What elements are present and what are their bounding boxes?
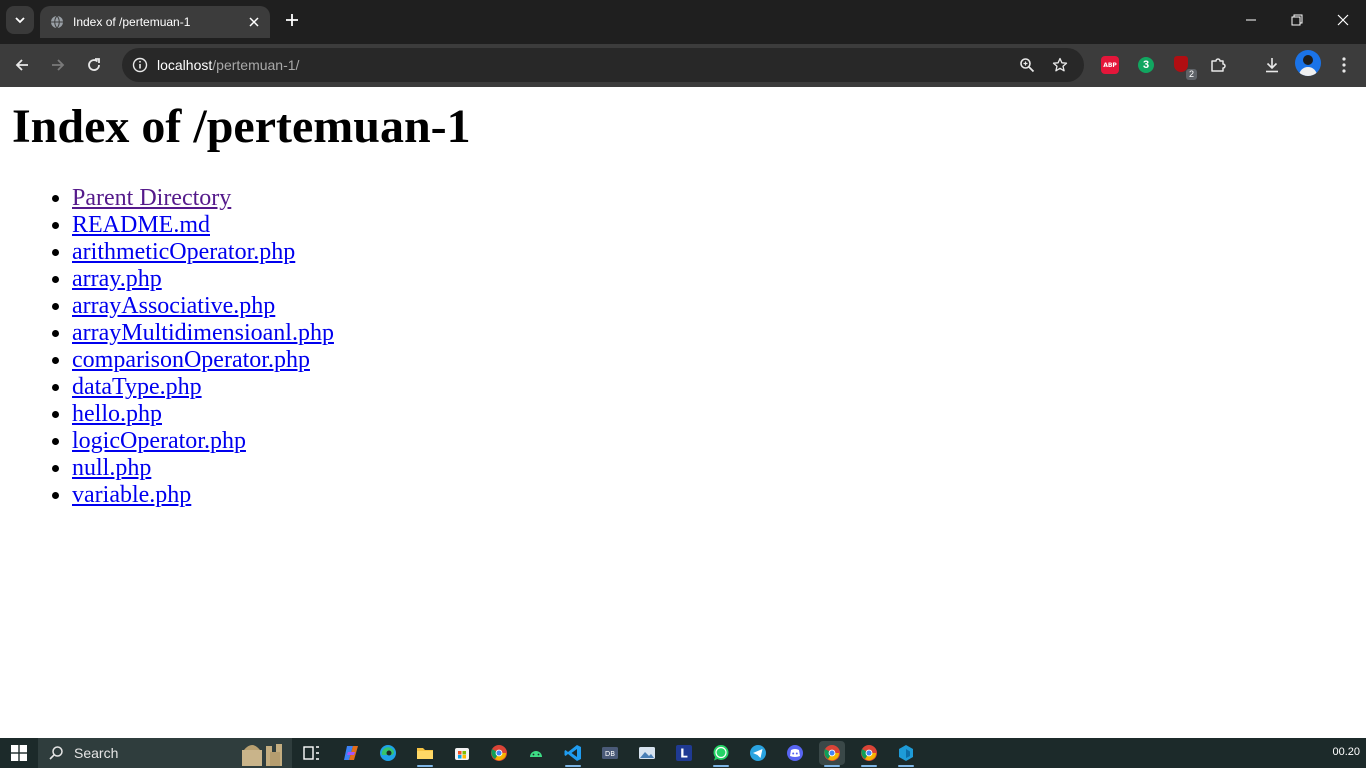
list-item: variable.php [72,482,334,509]
app-icon[interactable]: DB [597,741,623,765]
copilot-icon[interactable] [338,741,364,765]
restore-button[interactable] [1274,0,1320,40]
search-label: Search [74,745,119,761]
restore-icon [1291,14,1303,26]
svg-text:L: L [680,747,688,761]
tab-search-button[interactable] [6,6,34,34]
photos-icon[interactable] [634,741,660,765]
back-button[interactable] [7,50,37,80]
file-link[interactable]: arrayAssociative.php [72,293,275,319]
page-title: Index of /pertemuan-1 [12,100,471,153]
adblock-plus-icon[interactable]: ABP [1098,53,1122,77]
start-button[interactable] [4,738,34,768]
site-info-icon[interactable] [130,55,150,75]
file-link[interactable]: arithmeticOperator.php [72,239,295,265]
task-view-icon[interactable] [299,741,325,765]
forward-button[interactable] [43,50,73,80]
svg-text:DB: DB [605,750,615,758]
url-text: localhost/pertemuan-1/ [157,57,299,73]
reload-button[interactable] [79,50,109,80]
list-item: dataType.php [72,374,334,401]
list-item: Parent Directory [72,185,334,212]
address-bar[interactable]: localhost/pertemuan-1/ [122,48,1084,82]
tab-title: Index of /pertemuan-1 [73,15,191,29]
list-item: arithmeticOperator.php [72,239,334,266]
android-studio-icon[interactable] [523,741,549,765]
url-host: localhost [157,57,213,73]
discord-icon[interactable] [782,741,808,765]
close-icon [1337,14,1349,26]
file-link[interactable]: arrayMultidimensioanl.php [72,320,334,346]
generic-app-icon[interactable] [893,741,919,767]
list-item: array.php [72,266,334,293]
url-path: /pertemuan-1/ [212,57,300,73]
vscode-icon[interactable] [560,741,586,767]
parent-directory-link[interactable]: Parent Directory [72,185,231,211]
search-icon [49,746,63,760]
whatsapp-icon[interactable] [708,741,734,767]
list-item: arrayAssociative.php [72,293,334,320]
list-item: null.php [72,455,334,482]
telegram-icon[interactable] [745,741,771,765]
globe-icon [49,14,65,30]
arrow-left-icon [15,59,28,71]
close-window-button[interactable] [1320,0,1366,40]
close-tab-icon[interactable] [246,14,262,30]
chrome-active-icon[interactable] [819,741,845,767]
chrome-icon[interactable] [486,741,512,765]
taskbar: Search DB L 00.20 [0,738,1366,768]
list-item: arrayMultidimensioanl.php [72,320,334,347]
extensions-puzzle-icon[interactable] [1206,53,1230,77]
chevron-down-icon [15,17,25,24]
tab-strip: Index of /pertemuan-1 [0,0,1366,44]
extension-three-icon[interactable]: 3 [1134,53,1158,77]
chrome-profile-icon[interactable] [856,741,882,767]
list-item: comparisonOperator.php [72,347,334,374]
menu-kebab-icon[interactable] [1332,53,1356,77]
reload-icon [88,58,100,71]
microsoft-store-icon[interactable] [449,741,475,765]
file-link[interactable]: README.md [72,212,210,238]
download-icon[interactable] [1260,53,1284,77]
list-item: logicOperator.php [72,428,334,455]
tab-active[interactable]: Index of /pertemuan-1 [40,6,270,38]
file-link[interactable]: logicOperator.php [72,428,246,454]
list-item: hello.php [72,401,334,428]
clock: 00.20 [1332,746,1360,758]
browser-toolbar: localhost/pertemuan-1/ ABP 3 2 [0,44,1366,87]
windows-icon [11,745,27,761]
page-content: Index of /pertemuan-1 Parent DirectoryRE… [0,87,1366,738]
arrow-right-icon [52,59,65,71]
minimize-button[interactable] [1228,0,1274,40]
adblock-plus-label: ABP [1101,56,1119,74]
file-link[interactable]: hello.php [72,401,162,427]
file-link[interactable]: null.php [72,455,151,481]
ublock-origin-icon[interactable]: 2 [1170,53,1197,80]
search-highlight-image [242,744,282,766]
file-link[interactable]: comparisonOperator.php [72,347,310,373]
file-link[interactable]: variable.php [72,482,191,508]
file-link[interactable]: dataType.php [72,374,202,400]
list-item: README.md [72,212,334,239]
file-explorer-icon[interactable] [412,741,438,767]
l-app-icon[interactable]: L [671,741,697,765]
file-link[interactable]: array.php [72,266,162,292]
taskbar-search[interactable]: Search [38,738,292,768]
zoom-icon[interactable] [1017,55,1037,75]
ublock-badge: 2 [1185,69,1197,80]
plus-icon [286,14,298,26]
edge-icon[interactable] [375,741,401,765]
profile-avatar[interactable] [1295,50,1321,76]
bookmark-star-icon[interactable] [1050,55,1070,75]
directory-listing: Parent DirectoryREADME.mdarithmeticOpera… [72,185,334,509]
new-tab-button[interactable] [280,8,304,32]
minimize-icon [1246,19,1256,21]
extension-three-label: 3 [1138,57,1154,73]
